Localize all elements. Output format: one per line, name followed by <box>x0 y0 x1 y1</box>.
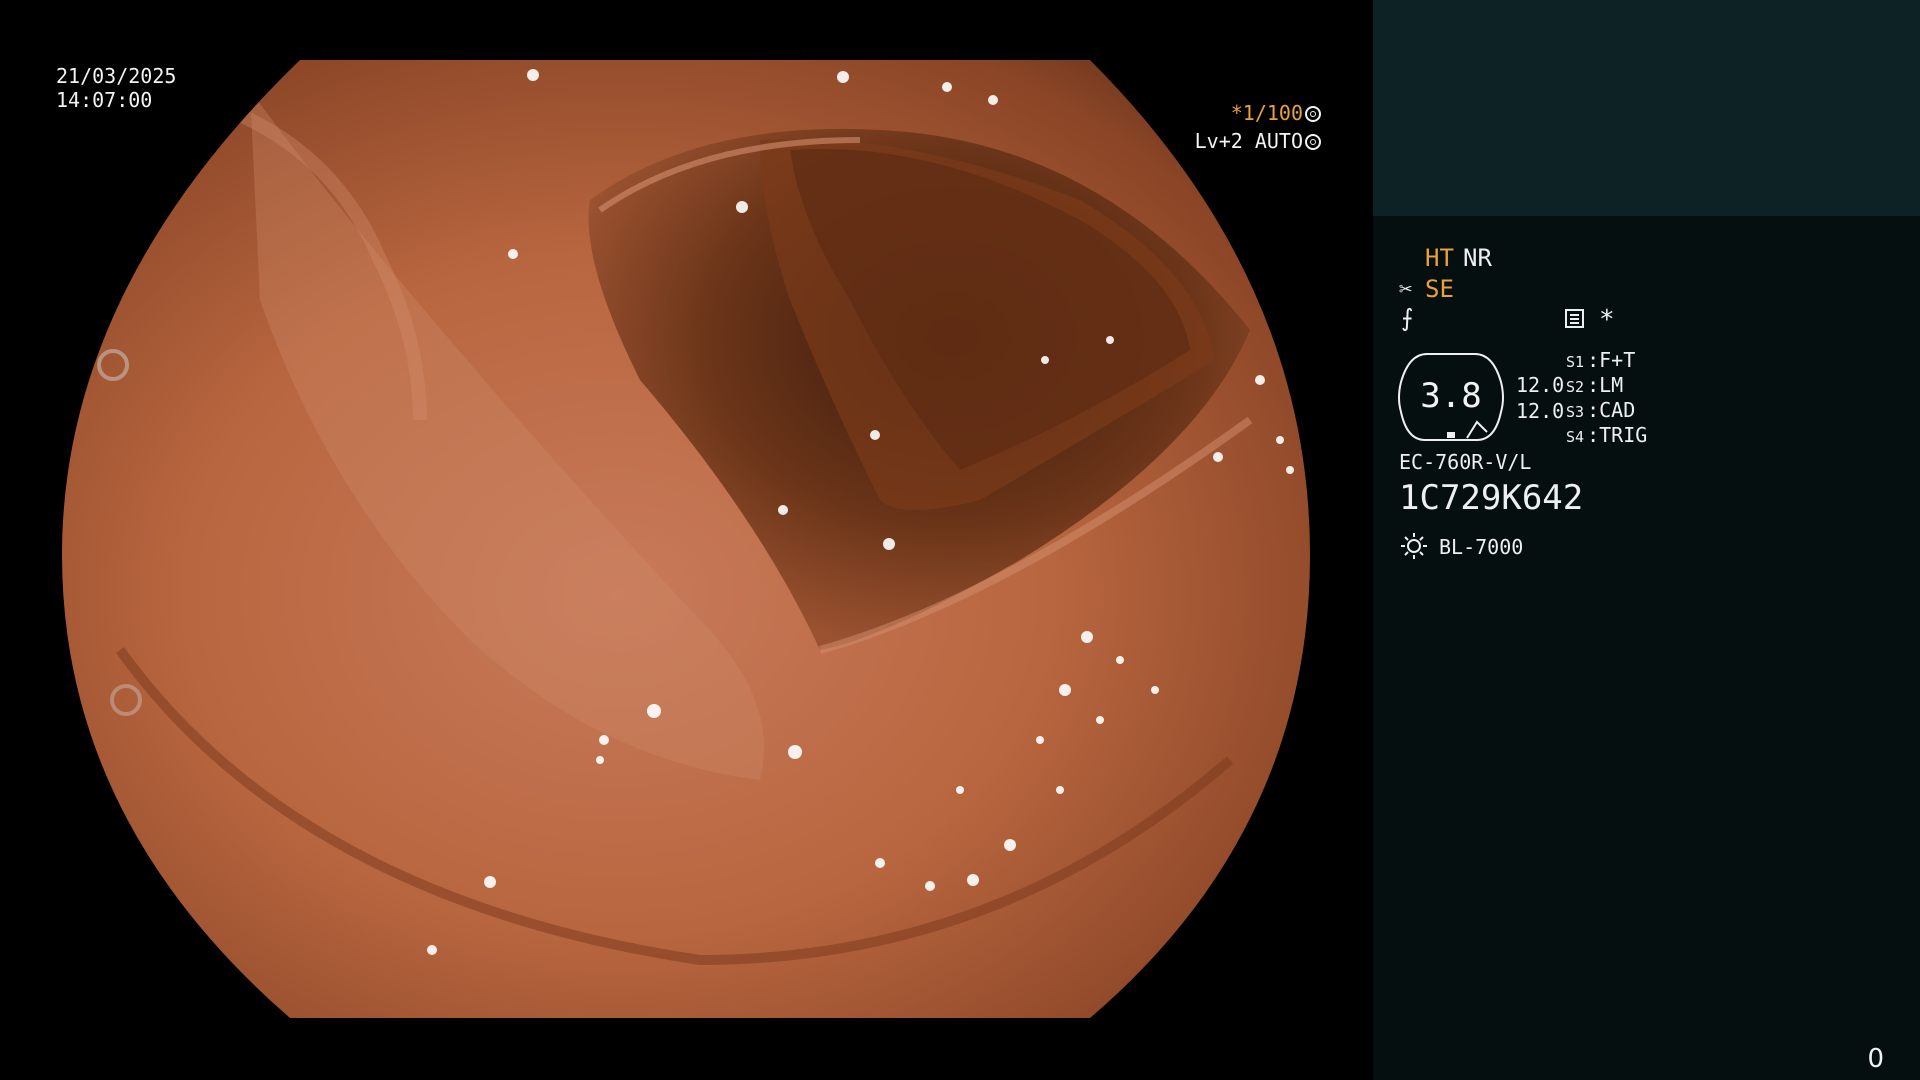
date-text: 21/03/2025 <box>56 64 177 88</box>
switch-row-1: S1:F+T <box>1566 348 1636 372</box>
light-level: Lv+2 <box>1194 129 1243 153</box>
menu-icon <box>1565 309 1584 328</box>
endoscope-view: 21/03/2025 14:07:00 *1/100 Lv+2 AUTO <box>0 0 1373 1080</box>
timestamp: 21/03/2025 14:07:00 <box>56 64 176 112</box>
scissors-icon: ✂ <box>1399 277 1413 302</box>
switch-value: F+T <box>1599 348 1636 372</box>
ht-indicator: HT <box>1425 244 1454 272</box>
light-source: BL-7000 <box>1439 535 1524 559</box>
shutter-speed: 1/100 <box>1242 101 1303 125</box>
scope-serial: 1C729K642 <box>1399 478 1584 518</box>
switch-key: S3 <box>1566 403 1585 421</box>
frame-counter: 0 <box>1867 1044 1884 1074</box>
switch-value: TRIG <box>1599 423 1648 447</box>
light-mode: AUTO <box>1254 129 1303 153</box>
time-text: 14:07:00 <box>56 88 153 112</box>
value-2: 12.0 <box>1516 399 1565 423</box>
switch-key: S4 <box>1566 428 1585 446</box>
aperture-icon <box>1305 134 1321 150</box>
sun-icon <box>1401 533 1427 559</box>
shutter-prefix: * <box>1230 101 1243 125</box>
switch-key: S2 <box>1566 378 1585 396</box>
switch-row-4: S4:TRIG <box>1566 423 1648 447</box>
exposure-readout: *1/100 Lv+2 AUTO <box>1195 99 1321 155</box>
switch-row-3: S3:CAD <box>1566 398 1636 422</box>
nr-indicator: NR <box>1463 244 1492 272</box>
switch-row-2: S2:LM <box>1566 373 1624 397</box>
switch-value: CAD <box>1599 398 1636 422</box>
switch-value: LM <box>1599 373 1624 397</box>
value-1: 12.0 <box>1516 373 1565 397</box>
switch-key: S1 <box>1566 353 1585 371</box>
info-panel-content: HT NR ✂ SE ⨍ * 3.8 12.0 12.0 S1:F+T S2:L… <box>1373 0 1920 1080</box>
flash-icon: ⨍ <box>1401 304 1414 332</box>
star-indicator: * <box>1599 305 1615 335</box>
shutter-row: *1/100 <box>1195 99 1321 127</box>
endoscope-image <box>62 60 1310 1018</box>
shutter-wheel-icon <box>1305 106 1321 122</box>
scope-model: EC-760R-V/L <box>1399 450 1532 474</box>
level-row: Lv+2 AUTO <box>1195 127 1321 155</box>
gauge-value: 3.8 <box>1420 376 1482 416</box>
se-indicator: SE <box>1425 275 1454 303</box>
info-panel: HT NR ✂ SE ⨍ * 3.8 12.0 12.0 S1:F+T S2:L… <box>1373 0 1920 1080</box>
